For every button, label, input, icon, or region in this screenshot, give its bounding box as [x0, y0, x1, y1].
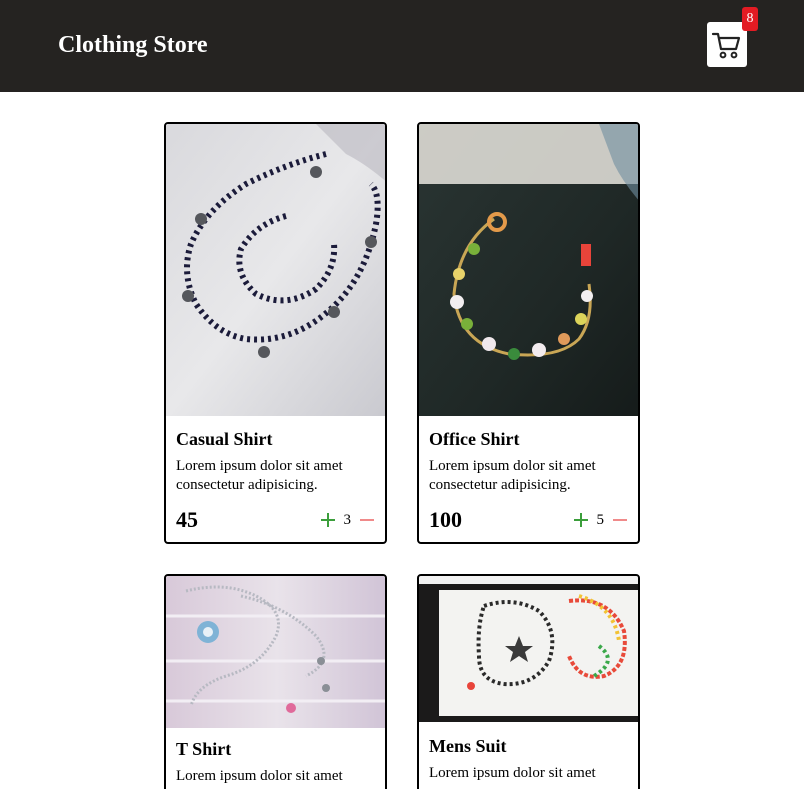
quantity-value: 5: [596, 512, 605, 528]
cart-button[interactable]: [707, 22, 747, 67]
product-price: 45: [176, 507, 198, 532]
product-card: T Shirt Lorem ipsum dolor sit amet: [164, 574, 387, 789]
quantity-stepper: 5: [573, 511, 629, 529]
product-price: 100: [429, 507, 462, 532]
product-description: Lorem ipsum dolor sit amet: [429, 765, 596, 781]
product-description: Lorem ipsum dolor sit amet consectetur a…: [176, 458, 343, 493]
product-name: Mens Suit: [429, 736, 507, 756]
plus-icon[interactable]: [320, 512, 336, 528]
product-card: Casual Shirt Lorem ipsum dolor sit amet …: [164, 122, 387, 544]
cart-count-badge: 8: [742, 7, 758, 31]
product-card: Office Shirt Lorem ipsum dolor sit amet …: [417, 122, 640, 544]
quantity-value: 3: [343, 512, 352, 528]
product-name: Casual Shirt: [176, 429, 273, 449]
header-bar: Clothing Store 8: [0, 0, 804, 92]
product-image: [166, 576, 385, 728]
product-image: [419, 576, 638, 722]
brand-title[interactable]: Clothing Store: [58, 31, 208, 59]
product-description: Lorem ipsum dolor sit amet consectetur a…: [429, 458, 596, 493]
product-card: Mens Suit Lorem ipsum dolor sit amet: [417, 574, 640, 789]
minus-icon[interactable]: [612, 512, 628, 528]
product-name: T Shirt: [176, 739, 232, 759]
product-name: Office Shirt: [429, 429, 520, 449]
plus-icon[interactable]: [573, 512, 589, 528]
product-image: [419, 124, 638, 416]
shopping-cart-icon: [711, 32, 741, 59]
product-description: Lorem ipsum dolor sit amet: [176, 768, 343, 784]
quantity-stepper: 3: [320, 511, 376, 529]
product-image: [166, 124, 385, 416]
minus-icon[interactable]: [359, 512, 375, 528]
